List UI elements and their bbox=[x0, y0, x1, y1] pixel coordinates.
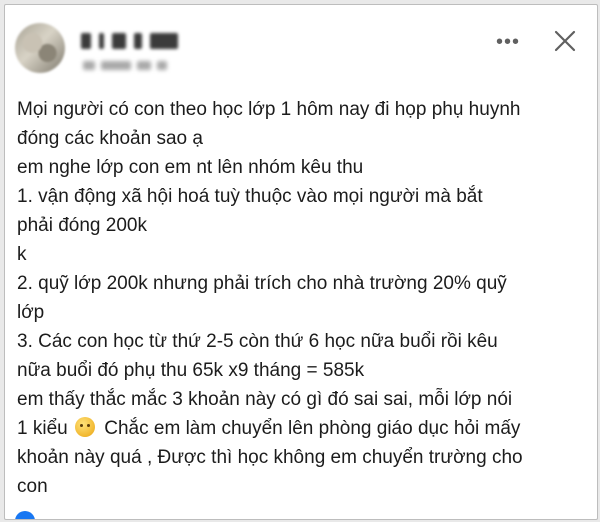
post-text: Mọi người có con theo học lớp 1 hôm nay … bbox=[17, 95, 589, 501]
post-line: lớp bbox=[17, 302, 45, 323]
post-line-end: Chắc em làm chuyển lên phòng giáo dục hỏ… bbox=[104, 418, 521, 439]
post-line-start: 1 kiểu bbox=[17, 418, 68, 439]
reaction-icon bbox=[15, 511, 35, 519]
post-line: Mọi người có con theo học lớp 1 hôm nay … bbox=[17, 99, 521, 120]
post-line: 1. vận động xã hội hoá tuỳ thuộc vào mọi… bbox=[17, 186, 483, 207]
author-avatar[interactable] bbox=[15, 23, 65, 73]
post-line: đóng các khoản sao ạ bbox=[17, 128, 203, 149]
post-line: khoản này quá , Được thì học không em ch… bbox=[17, 447, 523, 468]
post-meta-blurred bbox=[83, 61, 173, 73]
post-line: 2. quỹ lớp 200k nhưng phải trích cho nhà… bbox=[17, 273, 507, 294]
post-line: 1 kiểu Chắc em làm chuyển lên phòng giáo… bbox=[17, 414, 589, 443]
post-line: em nghe lớp con em nt lên nhóm kêu thu bbox=[17, 157, 364, 178]
post-line: phải đóng 200k bbox=[17, 215, 147, 236]
post-line: con bbox=[17, 476, 48, 497]
post-header: ••• bbox=[5, 5, 597, 85]
more-options-icon[interactable]: ••• bbox=[493, 27, 523, 57]
thinking-face-icon bbox=[74, 417, 95, 437]
post-line: k bbox=[17, 244, 27, 265]
post-line: nữa buổi đó phụ thu 65k x9 tháng = 585k bbox=[17, 360, 365, 381]
close-icon[interactable] bbox=[547, 23, 583, 59]
post-card: ••• Mọi người có con theo học lớp 1 hôm … bbox=[4, 4, 598, 520]
post-line: em thấy thắc mắc 3 khoản này có gì đó sa… bbox=[17, 389, 513, 410]
post-line: 3. Các con học từ thứ 2-5 còn thứ 6 học … bbox=[17, 331, 498, 352]
author-name-blurred[interactable] bbox=[81, 31, 191, 51]
close-icon-glyph bbox=[554, 30, 576, 52]
